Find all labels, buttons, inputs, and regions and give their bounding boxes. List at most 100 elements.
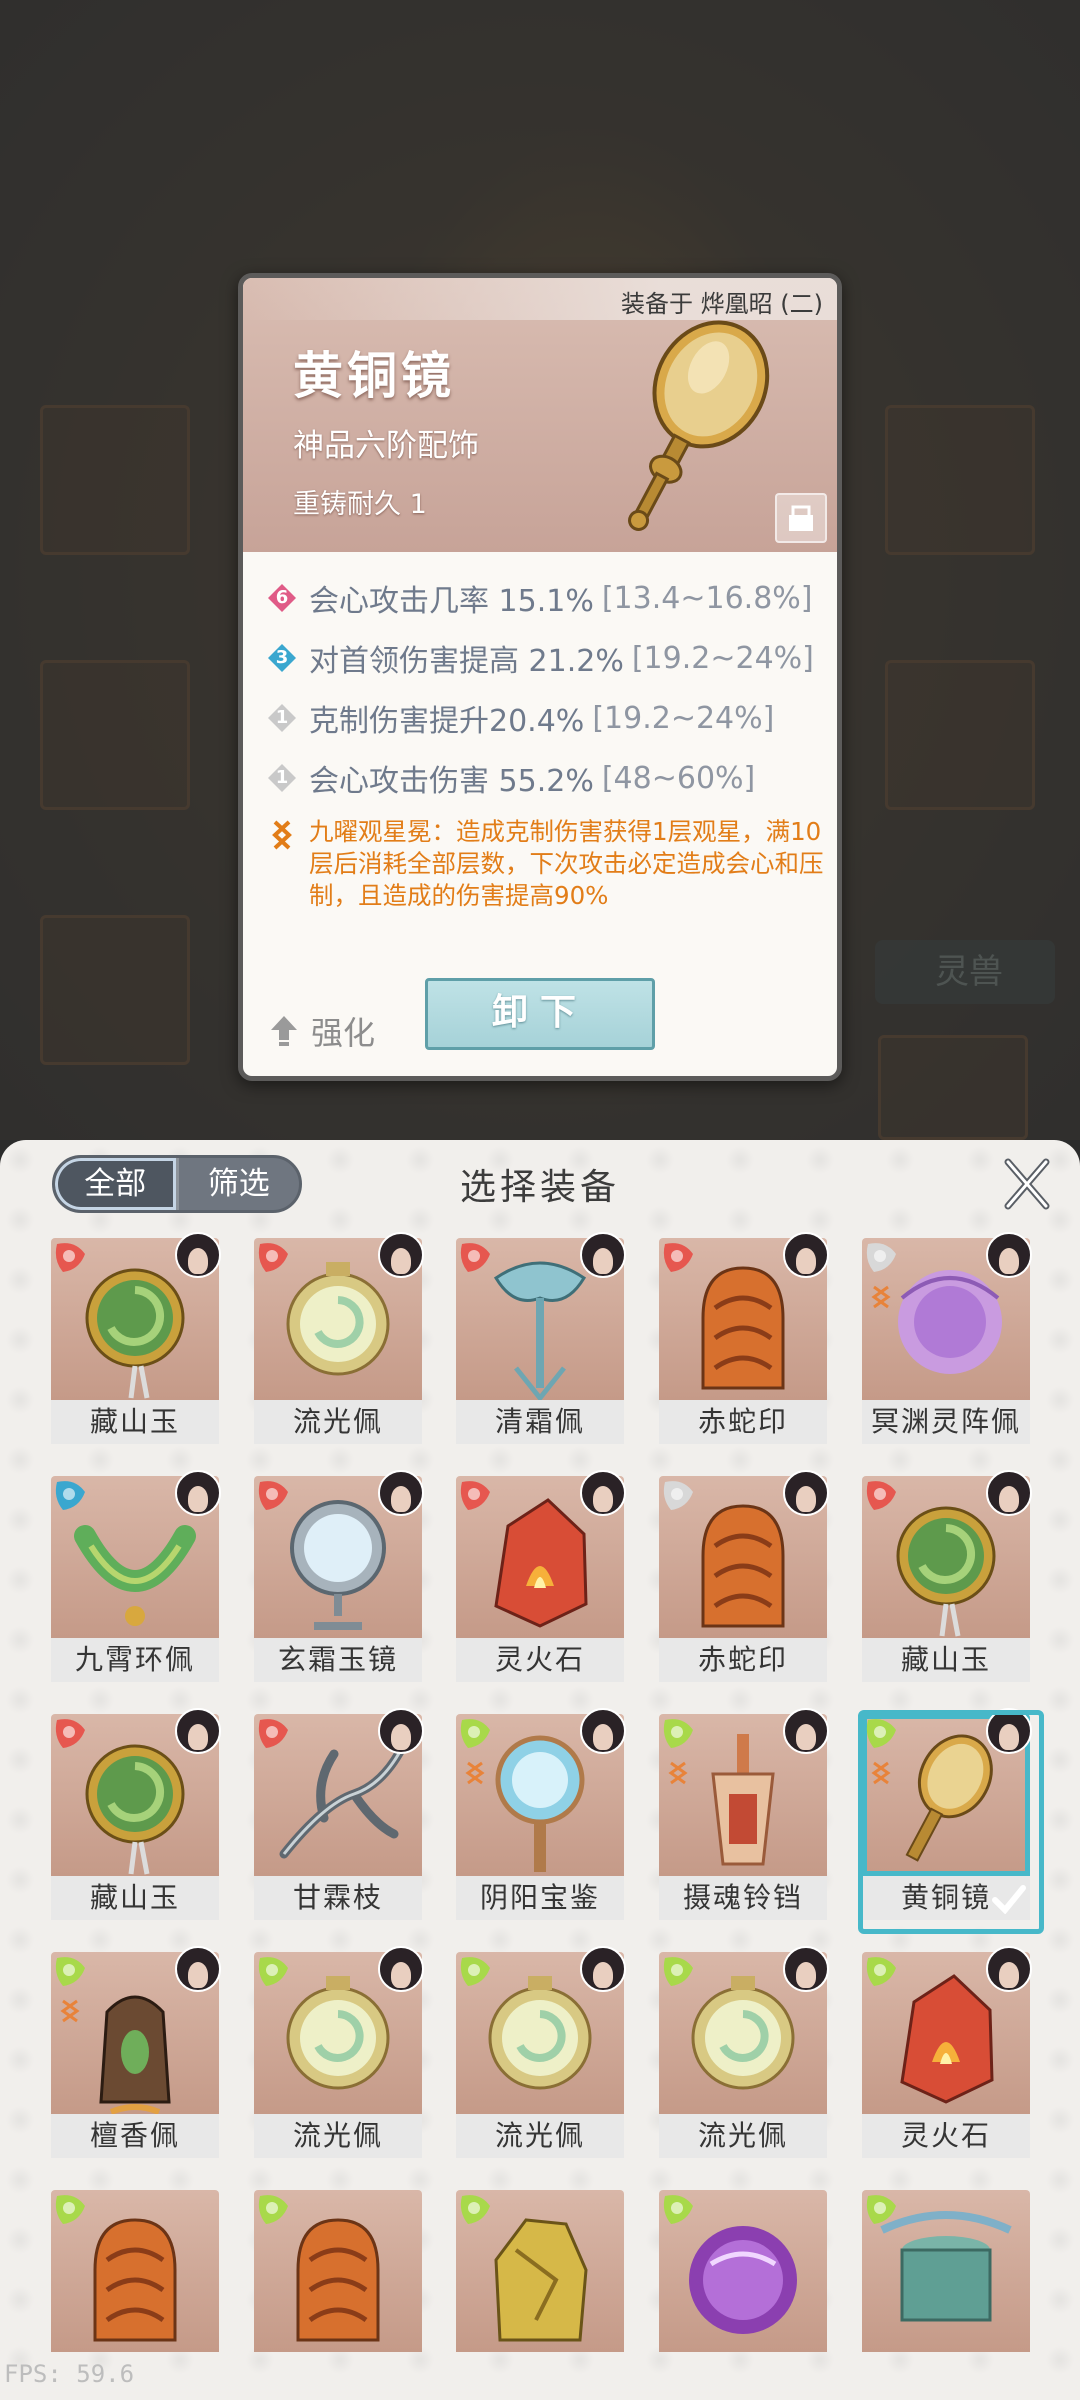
item-name-label: 摄魂铃铛 [659, 1876, 827, 1920]
stat-range: [19.2~24%] [631, 640, 814, 676]
item-name-label: 玄霜玉镜 [254, 1638, 422, 1682]
element-icon [55, 1243, 85, 1272]
equipment-tile[interactable]: 藏山玉 [862, 1470, 1032, 1682]
element-icon [55, 1957, 85, 1986]
element-icon [866, 2195, 896, 2224]
item-name-label: 流光佩 [254, 1400, 422, 1444]
item-name-label: 流光佩 [456, 2114, 624, 2158]
stat-row: 1 克制伤害提升20.4% [19.2~24%] [267, 688, 837, 748]
element-icon [258, 2195, 288, 2224]
equipment-tile[interactable]: 九霄环佩 [51, 1470, 221, 1682]
equipment-tile[interactable]: 清霜佩 [456, 1232, 626, 1444]
item-grade: 神品六阶配饰 [293, 428, 479, 464]
equipment-tile[interactable] [862, 2190, 1030, 2396]
equipment-tile[interactable]: 赤蛇印 [659, 1470, 829, 1682]
equipment-tile[interactable]: 流光佩 [254, 1232, 424, 1444]
equipment-tile[interactable]: 流光佩 [254, 1946, 424, 2158]
equipment-tile[interactable]: 流光佩 [456, 1946, 626, 2158]
equipment-tile[interactable]: 玄霜玉镜 [254, 1470, 424, 1682]
element-icon [460, 1481, 490, 1510]
enhance-button[interactable]: 强化 [269, 1008, 375, 1054]
owner-avatar [986, 1232, 1032, 1278]
set-tag-icon [60, 1999, 80, 2023]
item-name-label: 九霄环佩 [51, 1638, 219, 1682]
equipment-tile[interactable]: 灵火石 [456, 1470, 626, 1682]
equipment-tile[interactable]: 藏山玉 [51, 1708, 221, 1920]
item-name-label: 甘霖枝 [254, 1876, 422, 1920]
stat-row: 1 会心攻击伤害 55.2% [48~60%] [267, 748, 837, 808]
element-icon [460, 2195, 490, 2224]
owner-avatar [783, 1470, 829, 1516]
owner-avatar [783, 1232, 829, 1278]
equipment-tile[interactable] [456, 2190, 624, 2396]
tier-badge-icon: 3 [267, 643, 297, 673]
special-effect: 九曜观星冕：造成克制伤害获得1层观星，满10层后消耗全部层数，下次攻击必定造成会… [267, 816, 837, 912]
stat-range: [13.4~16.8%] [601, 580, 813, 616]
owner-avatar [986, 1470, 1032, 1516]
owner-avatar [378, 1946, 424, 1992]
stat-range: [48~60%] [601, 760, 756, 796]
equipment-tile[interactable]: 甘霖枝 [254, 1708, 424, 1920]
item-name-label: 檀香佩 [51, 2114, 219, 2158]
item-name-label: 赤蛇印 [659, 1400, 827, 1444]
equipment-tile[interactable] [254, 2190, 422, 2396]
owner-avatar [783, 1946, 829, 1992]
owner-avatar [378, 1708, 424, 1754]
equipment-tile[interactable]: 檀香佩 [51, 1946, 221, 2158]
equipment-detail-card: 装备于 烨凰昭 (二) 黄铜镜 神品六阶配饰 重铸耐久 1 6 会心攻击几率 1… [238, 273, 842, 1081]
lock-icon[interactable] [775, 493, 827, 543]
brass-mirror-icon [628, 320, 770, 531]
owner-avatar [580, 1232, 626, 1278]
stat-text: 对首领伤害提高 21.2% [309, 644, 624, 679]
equipment-tile[interactable]: 流光佩 [659, 1946, 829, 2158]
element-icon [258, 1481, 288, 1510]
equipment-tile[interactable]: 藏山玉 [51, 1232, 221, 1444]
equipment-tile[interactable]: 赤蛇印 [659, 1232, 829, 1444]
element-icon [258, 1243, 288, 1272]
owner-avatar [175, 1232, 221, 1278]
item-name: 黄铜镜 [293, 347, 455, 405]
panel-title: 选择装备 [459, 1167, 620, 1208]
item-name-label: 灵火石 [862, 2114, 1030, 2158]
element-icon [866, 1481, 896, 1510]
element-icon [866, 1957, 896, 1986]
equipment-tile[interactable]: 黄铜镜 [858, 1708, 1044, 1934]
item-name-label: 藏山玉 [51, 1876, 219, 1920]
set-tag-icon [668, 1761, 688, 1785]
equipment-tile[interactable]: 冥渊灵阵佩 [862, 1232, 1032, 1444]
equipment-tile[interactable]: 灵火石 [862, 1946, 1032, 2158]
set-tag-icon [871, 1761, 891, 1785]
owner-avatar [175, 1470, 221, 1516]
element-icon [258, 1719, 288, 1748]
set-tag-icon [465, 1761, 485, 1785]
check-icon [992, 1885, 1026, 1914]
equipment-tile[interactable] [659, 2190, 827, 2396]
element-icon [460, 1719, 490, 1748]
element-icon [55, 2195, 85, 2224]
close-icon[interactable] [1002, 1156, 1052, 1212]
element-icon [663, 2195, 693, 2224]
item-name-label: 灵火石 [456, 1638, 624, 1682]
owner-avatar [986, 1708, 1032, 1754]
stat-row: 3 对首领伤害提高 21.2% [19.2~24%] [267, 628, 837, 688]
set-tag-icon [871, 1285, 891, 1309]
enhance-label: 强化 [311, 1014, 376, 1052]
element-icon [55, 1719, 85, 1748]
unequip-button[interactable]: 卸下 [425, 978, 655, 1050]
element-icon [663, 1719, 693, 1748]
element-icon [663, 1957, 693, 1986]
element-icon [663, 1481, 693, 1510]
element-icon [866, 1719, 896, 1748]
tier-badge-icon: 1 [267, 703, 297, 733]
stat-list: 6 会心攻击几率 15.1% [13.4~16.8%] 3 对首领伤害提高 21… [267, 568, 837, 912]
special-effect-icon [272, 820, 292, 850]
equipment-tile[interactable]: 阴阳宝鉴 [456, 1708, 626, 1920]
equipment-tile[interactable]: 摄魂铃铛 [659, 1708, 829, 1920]
element-icon [460, 1957, 490, 1986]
item-durability: 重铸耐久 1 [293, 489, 427, 520]
special-effect-text: 九曜观星冕：造成克制伤害获得1层观星，满10层后消耗全部层数，下次攻击必定造成会… [309, 817, 824, 910]
item-name-label: 流光佩 [254, 2114, 422, 2158]
element-icon [258, 1957, 288, 1986]
owner-avatar [378, 1470, 424, 1516]
tier-badge-icon: 1 [267, 763, 297, 793]
